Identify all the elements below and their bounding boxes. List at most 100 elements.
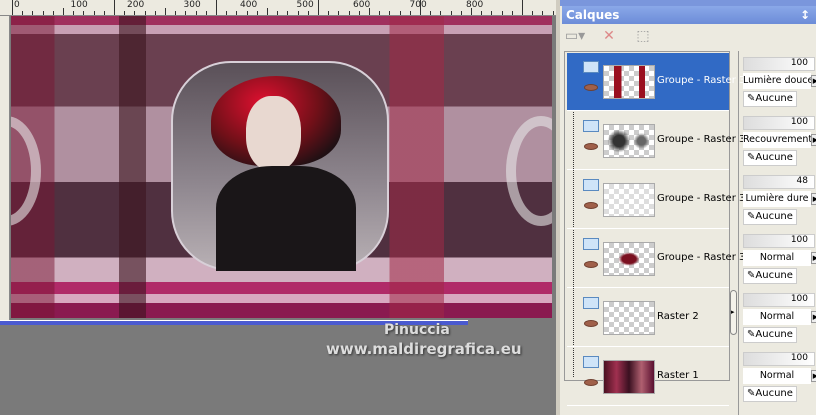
mask-link-button[interactable]: ✎Aucune: [743, 91, 797, 107]
ruler-tick: [226, 11, 228, 15]
delete-layer-icon[interactable]: ✕: [598, 28, 620, 46]
ruler-tick: [103, 11, 105, 15]
blend-dropdown-arrow-icon[interactable]: ▶: [811, 252, 816, 264]
opacity-slider[interactable]: 100: [743, 116, 815, 130]
ruler-label: 200: [127, 0, 145, 10]
layer-thumbnail: [603, 242, 655, 276]
blend-mode-select[interactable]: Lumière douce: [743, 73, 811, 89]
blend-mode-select[interactable]: Recouvrement: [743, 132, 811, 148]
image-workspace[interactable]: 0 100 200 300 400 500 600 700 800 Pinuccia www.m…: [0, 0, 564, 415]
layer-type-icon[interactable]: [583, 120, 599, 132]
layer-row[interactable]: Raster 2: [567, 289, 729, 347]
ruler-tick: [63, 8, 64, 15]
blend-dropdown-arrow-icon[interactable]: ▶: [811, 311, 816, 323]
layer-name: Groupe - Raster 3: [657, 193, 746, 204]
ruler-tick: [542, 11, 544, 15]
layer-row[interactable]: Raster 1: [567, 348, 729, 406]
ruler-tick: [236, 11, 238, 15]
blend-mode-select[interactable]: Lumière dure: [743, 191, 811, 207]
layer-row[interactable]: Groupe - Raster 3: [567, 230, 745, 288]
mask-link-button[interactable]: ✎Aucune: [743, 386, 797, 402]
visibility-eye-icon[interactable]: [584, 320, 598, 327]
ruler-tick: [185, 11, 187, 15]
layer-props-row: 100 Lumière douce ▶ ✎Aucune: [743, 53, 816, 111]
ruler-label: 700: [409, 0, 427, 10]
ruler-tick: [358, 11, 360, 15]
pin-icon[interactable]: ↕: [800, 8, 810, 22]
opacity-value: 100: [790, 58, 808, 68]
ruler-tick: [399, 11, 401, 15]
layer-thumbnail: [603, 360, 655, 394]
layer-name: Groupe - Raster 3: [657, 75, 746, 86]
ruler-tick: [501, 11, 503, 15]
ruler-tick: [379, 11, 381, 15]
edit-selection-icon[interactable]: ⬚: [632, 28, 654, 46]
ruler-tick: [175, 11, 177, 15]
layer-type-icon[interactable]: [583, 179, 599, 191]
ruler-tick: [267, 8, 268, 15]
ruler-tick: [246, 11, 248, 15]
opacity-slider[interactable]: 48: [743, 175, 815, 189]
mask-link-button[interactable]: ✎Aucune: [743, 150, 797, 166]
visibility-eye-icon[interactable]: [584, 379, 598, 386]
blend-dropdown-arrow-icon[interactable]: ▶: [811, 75, 816, 87]
ruler-tick: [22, 11, 24, 15]
ruler-label: 500: [296, 0, 314, 10]
opacity-slider[interactable]: 100: [743, 234, 815, 248]
ruler-tick: [348, 11, 350, 15]
layer-type-icon[interactable]: [583, 356, 599, 368]
opacity-value: 100: [790, 353, 808, 363]
opacity-slider[interactable]: 100: [743, 57, 815, 71]
ruler-tick: [12, 0, 13, 15]
blend-dropdown-arrow-icon[interactable]: ▶: [811, 193, 816, 205]
layer-type-icon[interactable]: [583, 297, 599, 309]
ruler-tick: [114, 0, 115, 15]
visibility-eye-icon[interactable]: [584, 143, 598, 150]
ruler-tick: [430, 11, 432, 15]
ruler-tick: [83, 11, 85, 15]
ruler-label: 600: [353, 0, 371, 10]
ruler-tick: [154, 11, 156, 15]
layer-row[interactable]: Groupe - Raster 3: [567, 53, 745, 111]
ruler-tick: [328, 11, 330, 15]
layer-name: Groupe - Raster 3: [657, 134, 746, 145]
new-layer-icon[interactable]: ▭▾: [564, 28, 586, 46]
blend-dropdown-arrow-icon[interactable]: ▶: [811, 370, 816, 382]
panel-title[interactable]: Calques ↕: [562, 6, 816, 24]
opacity-slider[interactable]: 100: [743, 293, 815, 307]
layer-type-icon[interactable]: [583, 238, 599, 250]
layer-type-icon[interactable]: [583, 61, 599, 73]
visibility-eye-icon[interactable]: [584, 261, 598, 268]
blend-mode-select[interactable]: Normal: [743, 309, 811, 325]
ruler-tick: [32, 11, 34, 15]
mask-link-button[interactable]: ✎Aucune: [743, 268, 797, 284]
mask-label: Aucune: [755, 329, 793, 340]
blend-mode-select[interactable]: Normal: [743, 250, 811, 266]
mask-label: Aucune: [755, 152, 793, 163]
blend-dropdown-arrow-icon[interactable]: ▶: [811, 134, 816, 146]
opacity-slider[interactable]: 100: [743, 352, 815, 366]
layer-thumbnail: [603, 301, 655, 335]
visibility-eye-icon[interactable]: [584, 84, 598, 91]
image-canvas[interactable]: [11, 16, 552, 318]
ruler-tick: [287, 11, 289, 15]
visibility-eye-icon[interactable]: [584, 202, 598, 209]
opacity-value: 100: [790, 294, 808, 304]
vertical-ruler: [0, 16, 10, 320]
layer-row[interactable]: Groupe - Raster 3: [567, 112, 745, 170]
mask-link-button[interactable]: ✎Aucune: [743, 327, 797, 343]
layer-row[interactable]: Groupe - Raster 3: [567, 171, 745, 229]
ruler-tick: [511, 11, 513, 15]
mask-label: Aucune: [755, 270, 793, 281]
layer-props-row: 48 Lumière dure ▶ ✎Aucune: [743, 171, 816, 229]
mask-link-button[interactable]: ✎Aucune: [743, 209, 797, 225]
blend-mode-select[interactable]: Normal: [743, 368, 811, 384]
ruler-tick: [52, 11, 54, 15]
layer-props-row: 100 Normal ▶ ✎Aucune: [743, 289, 816, 347]
ruler-tick: [318, 0, 319, 15]
woman-face: [246, 96, 301, 171]
ruler-label: 300: [183, 0, 201, 10]
panel-splitter[interactable]: ▸: [730, 290, 737, 335]
watermark-url: www.maldiregrafica.eu: [326, 340, 522, 358]
layers-toolbar: ▭▾ ✕ ⬚: [564, 26, 654, 48]
